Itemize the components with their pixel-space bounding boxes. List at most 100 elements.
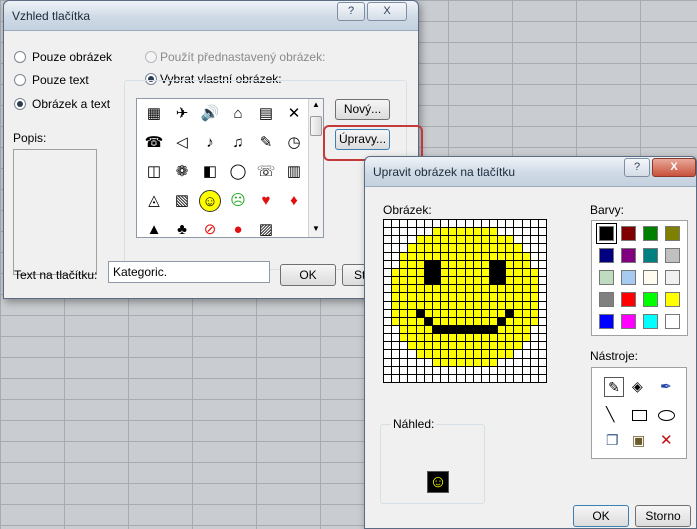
pixel-cell[interactable] [408, 334, 416, 342]
figure-icon[interactable]: ✈ [171, 103, 193, 125]
pixel-cell[interactable] [400, 293, 408, 301]
pixel-cell[interactable] [449, 236, 457, 244]
pixel-cell[interactable] [449, 350, 457, 358]
pixel-cell[interactable] [538, 252, 546, 260]
pixel-cell[interactable] [432, 366, 441, 374]
heart-icon[interactable]: ♥ [255, 190, 277, 212]
pixel-cell[interactable] [424, 285, 432, 293]
pixel-cell[interactable] [400, 317, 408, 325]
pixel-cell[interactable] [522, 285, 530, 293]
pixel-cell[interactable] [441, 317, 449, 325]
pixel-cell[interactable] [441, 334, 449, 342]
pixel-cell[interactable] [506, 358, 514, 366]
pixel-cell[interactable] [522, 325, 530, 334]
pixel-cell[interactable] [392, 268, 400, 277]
pixel-cell[interactable] [473, 374, 481, 382]
pixel-cell[interactable] [449, 220, 457, 228]
pixel-cell[interactable] [432, 220, 441, 228]
pixel-cell[interactable] [514, 268, 522, 277]
pixel-cell[interactable] [489, 342, 498, 350]
building-icon[interactable]: ▤ [255, 103, 277, 125]
pixel-cell[interactable] [514, 260, 522, 268]
copy-icon[interactable]: ❐ [606, 432, 619, 449]
music-note-icon[interactable]: ♪ [199, 132, 221, 154]
pixel-cell[interactable] [392, 220, 400, 228]
pixel-cell[interactable] [392, 285, 400, 293]
pixel-cell[interactable] [465, 228, 473, 236]
pixel-cell[interactable] [489, 277, 498, 285]
pixel-cell[interactable] [408, 325, 416, 334]
pixel-cell[interactable] [522, 293, 530, 301]
pixel-cell[interactable] [530, 366, 538, 374]
palette-color-swatch[interactable] [621, 292, 636, 307]
radio-image-only-label[interactable]: Pouze obrázek [32, 50, 112, 64]
pixel-cell[interactable] [506, 350, 514, 358]
ok-button[interactable]: OK [280, 264, 336, 286]
bell-icon[interactable]: ◬ [143, 190, 165, 212]
pixel-cell[interactable] [498, 334, 506, 342]
pixel-cell[interactable] [432, 236, 441, 244]
pixel-cell[interactable] [530, 301, 538, 309]
pixel-cell[interactable] [481, 268, 489, 277]
pixel-cell[interactable] [457, 285, 465, 293]
pixel-cell[interactable] [514, 309, 522, 317]
speech-bubble-icon[interactable]: ◯ [227, 161, 249, 183]
pixel-cell[interactable] [441, 277, 449, 285]
diamond-icon[interactable]: ♦ [283, 190, 305, 212]
pixel-cell[interactable] [457, 334, 465, 342]
pixel-cell[interactable] [424, 268, 432, 277]
pixel-cell[interactable] [441, 236, 449, 244]
clock-icon[interactable]: ◷ [283, 132, 305, 154]
pixel-cell[interactable] [506, 268, 514, 277]
pixel-cell[interactable] [465, 277, 473, 285]
pixel-cell[interactable] [530, 293, 538, 301]
pixel-cell[interactable] [441, 309, 449, 317]
pixel-cell[interactable] [538, 260, 546, 268]
pixel-cell[interactable] [449, 260, 457, 268]
pixel-cell[interactable] [392, 277, 400, 285]
pixel-cell[interactable] [392, 309, 400, 317]
pixel-cell[interactable] [400, 228, 408, 236]
pixel-cell[interactable] [449, 285, 457, 293]
pixel-cell[interactable] [530, 358, 538, 366]
pixel-cell[interactable] [473, 358, 481, 366]
pixel-cell[interactable] [441, 358, 449, 366]
pixel-cell[interactable] [473, 350, 481, 358]
pixel-cell[interactable] [424, 350, 432, 358]
pixel-cell[interactable] [457, 268, 465, 277]
palette-color-swatch[interactable] [665, 292, 680, 307]
pixel-cell[interactable] [416, 285, 424, 293]
pixel-cell[interactable] [530, 325, 538, 334]
pixel-cell[interactable] [465, 301, 473, 309]
pixel-cell[interactable] [408, 252, 416, 260]
pixel-cell[interactable] [538, 342, 546, 350]
pixel-cell[interactable] [432, 268, 441, 277]
pixel-cell[interactable] [424, 293, 432, 301]
pixel-cell[interactable] [384, 301, 392, 309]
pixel-cell[interactable] [457, 358, 465, 366]
pixel-cell[interactable] [530, 244, 538, 252]
radio-image-only[interactable] [14, 51, 26, 63]
pixel-cell[interactable] [473, 317, 481, 325]
pixel-cell[interactable] [392, 334, 400, 342]
pixel-cell[interactable] [473, 268, 481, 277]
pixel-cell[interactable] [481, 220, 489, 228]
pixel-cell[interactable] [441, 268, 449, 277]
help-button-2[interactable]: ? [624, 158, 650, 177]
pixel-cell[interactable] [506, 260, 514, 268]
pixel-cell[interactable] [473, 252, 481, 260]
pixel-cell[interactable] [457, 244, 465, 252]
pixel-cell[interactable] [489, 350, 498, 358]
pixel-cell[interactable] [465, 325, 473, 334]
dice-icon[interactable]: ▧ [171, 190, 193, 212]
pixel-cell[interactable] [424, 260, 432, 268]
pixel-cell[interactable] [400, 342, 408, 350]
pixel-cell[interactable] [384, 285, 392, 293]
pixel-cell[interactable] [416, 358, 424, 366]
pixel-cell[interactable] [392, 350, 400, 358]
pixel-cell[interactable] [481, 260, 489, 268]
pixel-cell[interactable] [432, 277, 441, 285]
pixel-cell[interactable] [424, 252, 432, 260]
pixel-cell[interactable] [530, 252, 538, 260]
pixel-cell[interactable] [538, 301, 546, 309]
